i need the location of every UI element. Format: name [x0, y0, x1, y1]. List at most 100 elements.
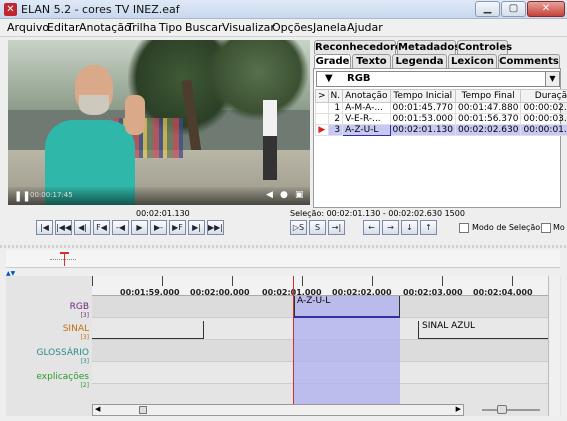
selection-mode-label: Modo de Seleção: [472, 223, 541, 232]
time-ruler[interactable]: 00:01:59.000 00:02:00.000 00:02:01.000 0…: [92, 276, 550, 297]
menu-buscar[interactable]: Buscar: [185, 21, 223, 34]
annotation-azul[interactable]: A-Z-U-L: [294, 296, 400, 318]
tier-select[interactable]: ▼ RGB ▼: [316, 71, 560, 87]
tier-label-rgb[interactable]: RGB [3]: [70, 302, 89, 319]
tier-label-sinal[interactable]: SINAL [3]: [63, 324, 89, 341]
col-marker[interactable]: >: [315, 89, 329, 103]
row-duration: 00:00:02.110: [520, 102, 567, 114]
close-button[interactable]: ✕: [527, 1, 565, 17]
video-tree: [208, 40, 308, 120]
horizontal-scrollbar[interactable]: ◀ ▶: [92, 404, 464, 416]
pause-icon[interactable]: ❚❚: [14, 191, 31, 202]
menu-bar: Arquivo Editar Anotação Trilha Tipo Busc…: [0, 19, 567, 37]
volume-icon[interactable]: ◀: [266, 190, 273, 200]
menu-tipo[interactable]: Tipo: [159, 21, 182, 34]
annotation-sinal-previous[interactable]: [92, 321, 204, 339]
menu-trilha[interactable]: Trilha: [127, 21, 156, 34]
previous-scrollview-button[interactable]: |◀◀: [55, 220, 72, 235]
waveform-overview[interactable]: [6, 250, 560, 268]
table-row-selected[interactable]: ▶ 3 A-Z-U-L 00:02:01.130 00:02:02.630 00…: [315, 124, 567, 136]
row-end: 00:01:56.370: [454, 113, 522, 125]
tier-down-button[interactable]: ↓: [401, 220, 418, 235]
tab-lexicon[interactable]: Lexicon: [448, 54, 497, 68]
row-end: 00:02:02.630: [454, 124, 522, 136]
selection-end-button[interactable]: →|: [328, 220, 345, 235]
col-annotation[interactable]: Anotação: [342, 89, 391, 103]
tier-select-value: RGB: [347, 73, 371, 84]
play-selection-button[interactable]: ▷S: [290, 220, 307, 235]
menu-editar[interactable]: Editar: [47, 21, 80, 34]
table-row[interactable]: 2 V-E-R-... 00:01:53.000 00:01:56.370 00…: [315, 113, 567, 125]
go-to-begin-button[interactable]: |◀: [36, 220, 53, 235]
menu-visualizar[interactable]: Visualizar: [222, 21, 275, 34]
col-duration[interactable]: Duração: [520, 89, 567, 103]
crosshair-line: [293, 276, 294, 404]
scroll-right-icon[interactable]: ▶: [456, 405, 461, 413]
tab-controles[interactable]: Controles: [457, 40, 512, 54]
previous-frame-button[interactable]: ◀|: [74, 220, 91, 235]
menu-opcoes[interactable]: Opções: [272, 21, 313, 34]
row-annotation[interactable]: A-Z-U-L: [342, 124, 391, 136]
row-annotation[interactable]: V-E-R-...: [342, 113, 391, 125]
menu-ajudar[interactable]: Ajudar: [347, 21, 383, 34]
menu-anotacao[interactable]: Anotação: [79, 21, 131, 34]
tab-reconhecedores[interactable]: Reconhecedores: [314, 40, 408, 54]
loop-mode-label: Mo: [553, 223, 565, 232]
row-number: 2: [327, 113, 344, 125]
scroll-left-icon[interactable]: ◀: [95, 405, 100, 413]
elan-icon: ✕: [4, 3, 17, 16]
tab-texto[interactable]: Texto: [352, 54, 391, 68]
current-row-marker-icon: ▶: [315, 124, 329, 136]
zoom-slider[interactable]: [482, 405, 540, 414]
scroll-thumb[interactable]: [139, 406, 147, 414]
tab-legenda[interactable]: Legenda: [392, 54, 447, 68]
step-back-ms-button[interactable]: -◀: [112, 220, 129, 235]
settings-icon[interactable]: ●: [280, 190, 288, 200]
step-forward-frame-button[interactable]: ▶F: [169, 220, 186, 235]
tier-label-glossario[interactable]: GLOSSÁRIO [3]: [37, 348, 90, 365]
go-to-end-button[interactable]: ▶▶|: [207, 220, 224, 235]
chevron-down-icon[interactable]: ▼: [545, 72, 559, 86]
previous-annotation-button[interactable]: ←: [363, 220, 380, 235]
col-start-time[interactable]: Tempo Inicial: [389, 89, 457, 103]
table-row[interactable]: 1 A-M-A-... 00:01:45.770 00:01:47.880 00…: [315, 102, 567, 114]
annotation-sinal-azul[interactable]: SINAL AZUL: [418, 321, 550, 339]
video-speaker: [40, 65, 145, 205]
row-marker: [315, 102, 329, 114]
clear-selection-button[interactable]: S: [309, 220, 326, 235]
minimize-button[interactable]: ▁: [475, 1, 500, 17]
loop-mode-checkbox[interactable]: [541, 223, 551, 233]
video-player[interactable]: [8, 40, 310, 205]
menu-janela[interactable]: Janela: [313, 21, 347, 34]
step-back-frame-button[interactable]: F◀: [93, 220, 110, 235]
next-frame-button[interactable]: ▶|: [188, 220, 205, 235]
overview-marks: [50, 259, 76, 260]
window-title: ELAN 5.2 - cores TV INEZ.eaf: [21, 3, 180, 16]
zoom-slider-knob[interactable]: [497, 405, 507, 414]
play-button[interactable]: ▶: [131, 220, 148, 235]
triangle-down-icon: ▼: [325, 73, 333, 84]
tab-grade[interactable]: Grade: [314, 54, 351, 68]
row-marker: [315, 113, 329, 125]
split-divider[interactable]: [0, 245, 567, 248]
vertical-scrollbar[interactable]: [548, 276, 560, 416]
tier-up-button[interactable]: ↑: [420, 220, 437, 235]
row-number: 1: [327, 102, 344, 114]
tab-metadados[interactable]: Metadados: [397, 40, 460, 54]
tab-comments[interactable]: Comments: [498, 54, 560, 68]
timeline-viewer[interactable]: 00:01:59.000 00:02:00.000 00:02:01.000 0…: [6, 276, 561, 416]
selection-mode-checkbox[interactable]: [459, 223, 469, 233]
col-end-time[interactable]: Tempo Final: [454, 89, 522, 103]
maximize-button[interactable]: ▢: [501, 1, 526, 17]
fullscreen-icon[interactable]: ▣: [295, 190, 304, 200]
selection-info: Seleção: 00:02:01.130 - 00:02:02.630 150…: [290, 209, 465, 218]
step-forward-ms-button[interactable]: ▶-: [150, 220, 167, 235]
next-annotation-button[interactable]: →: [382, 220, 399, 235]
row-start: 00:02:01.130: [389, 124, 457, 136]
col-number[interactable]: N.: [327, 89, 344, 103]
row-annotation[interactable]: A-M-A-...: [342, 102, 391, 114]
tier-label-explicacoes[interactable]: explicações [2]: [36, 372, 89, 389]
video-elapsed: 00:00:17:45: [30, 191, 73, 199]
menu-arquivo[interactable]: Arquivo: [7, 21, 49, 34]
overview-cursor: [64, 252, 65, 266]
